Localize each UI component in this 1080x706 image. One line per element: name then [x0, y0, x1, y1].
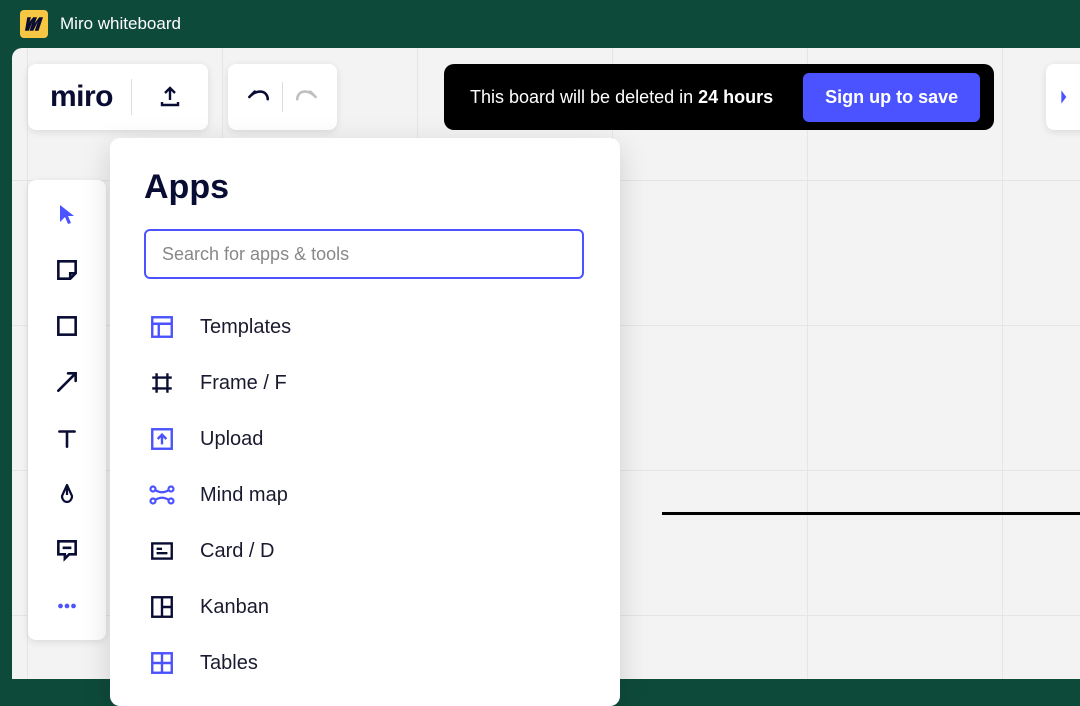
app-item-upload[interactable]: Upload: [144, 415, 586, 463]
redo-button[interactable]: [287, 77, 327, 117]
app-item-frame[interactable]: Frame / F: [144, 359, 586, 407]
tables-icon: [148, 649, 176, 677]
app-item-templates[interactable]: Templates: [144, 303, 586, 351]
apps-list: Templates Frame / F Upload Mind map: [144, 303, 586, 687]
app-item-mindmap[interactable]: Mind map: [144, 471, 586, 519]
arrow-tool[interactable]: [45, 364, 89, 400]
upload-app-icon: [148, 425, 176, 453]
apps-search-input[interactable]: [162, 244, 566, 265]
export-button[interactable]: [150, 77, 190, 117]
history-toolbar: [228, 64, 337, 130]
more-tools-button[interactable]: [45, 588, 89, 624]
right-edge-panel[interactable]: [1046, 64, 1080, 130]
signup-banner: This board will be deleted in 24 hours S…: [444, 64, 994, 130]
side-toolbar: [28, 180, 106, 640]
logo-toolbar: miro: [28, 64, 208, 130]
card-icon: [148, 537, 176, 565]
banner-prefix: This board will be deleted in: [470, 87, 698, 107]
canvas-drawn-line[interactable]: [662, 512, 1080, 515]
app-item-label: Upload: [200, 428, 263, 451]
app-item-label: Templates: [200, 316, 291, 339]
divider: [131, 79, 132, 115]
tab-title: Miro whiteboard: [60, 14, 181, 34]
signup-button[interactable]: Sign up to save: [803, 73, 980, 122]
app-item-label: Card / D: [200, 540, 274, 563]
app-item-tables[interactable]: Tables: [144, 639, 586, 687]
apps-panel: Apps Templates Frame / F Upload: [110, 138, 620, 706]
miro-tab-icon: [20, 10, 48, 38]
miro-logo[interactable]: miro: [50, 80, 113, 114]
frame-icon: [148, 369, 176, 397]
app-item-kanban[interactable]: Kanban: [144, 583, 586, 631]
app-item-label: Tables: [200, 652, 258, 675]
shape-tool[interactable]: [45, 308, 89, 344]
apps-search-box[interactable]: [144, 229, 584, 279]
undo-button[interactable]: [238, 77, 278, 117]
banner-time: 24 hours: [698, 87, 773, 107]
mindmap-icon: [148, 481, 176, 509]
app-item-label: Frame / F: [200, 372, 287, 395]
pen-tool[interactable]: [45, 476, 89, 512]
app-item-label: Mind map: [200, 484, 288, 507]
apps-panel-title: Apps: [144, 168, 586, 207]
app-item-label: Kanban: [200, 596, 269, 619]
app-item-card[interactable]: Card / D: [144, 527, 586, 575]
app-area: miro This board will be deleted in 24 ho…: [12, 48, 1080, 679]
select-tool[interactable]: [45, 196, 89, 232]
divider: [282, 82, 283, 112]
browser-tab-bar: Miro whiteboard: [0, 0, 1080, 48]
comment-tool[interactable]: [45, 532, 89, 568]
templates-icon: [148, 313, 176, 341]
kanban-icon: [148, 593, 176, 621]
sticky-note-tool[interactable]: [45, 252, 89, 288]
banner-text: This board will be deleted in 24 hours: [470, 87, 773, 108]
text-tool[interactable]: [45, 420, 89, 456]
